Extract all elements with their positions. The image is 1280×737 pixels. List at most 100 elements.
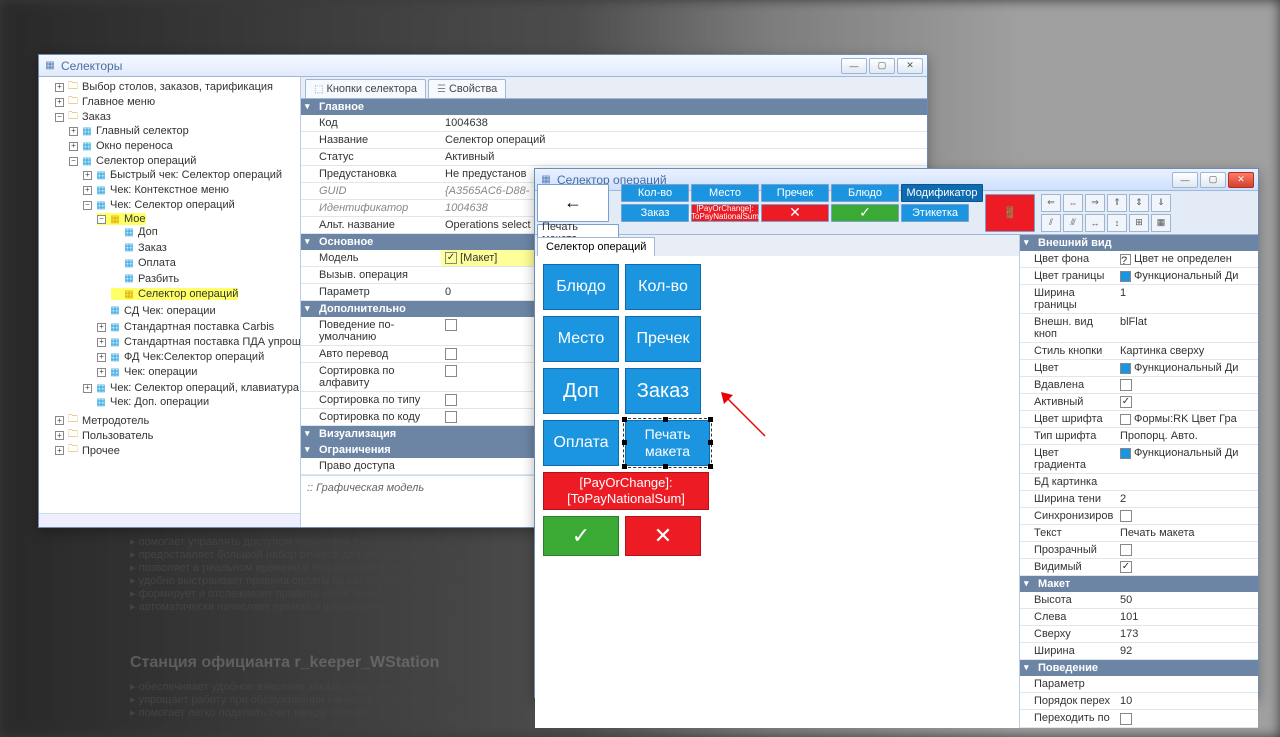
tree-item[interactable]: Чек: операции [124, 366, 197, 378]
tree-item[interactable]: Чек: Доп. операции [110, 396, 209, 408]
same-size-button[interactable]: ⊞ [1129, 214, 1149, 232]
tree-item[interactable]: Чек: Селектор операций [110, 199, 235, 211]
tree-toggle[interactable]: + [69, 142, 78, 151]
checkbox[interactable] [445, 411, 457, 423]
checkbox[interactable] [1120, 510, 1132, 522]
canvas[interactable]: Блюдо Кол-во Место Пречек Доп Заказ Опла… [535, 256, 1019, 728]
tree-item[interactable]: Заказ [82, 111, 111, 123]
toolbar-precheck-button[interactable]: Пречек [761, 184, 829, 202]
win1-maximize-button[interactable]: ▢ [869, 58, 895, 74]
canvas-btn-printlayout-selected[interactable]: Печать макета [625, 420, 710, 466]
prop-value[interactable] [1116, 474, 1258, 490]
tab-properties[interactable]: ☰Свойства [428, 79, 506, 98]
prop-value[interactable]: 10 [1116, 693, 1258, 709]
checkbox[interactable] [1120, 561, 1132, 573]
checkbox[interactable] [445, 348, 457, 360]
tree-toggle[interactable]: + [55, 98, 64, 107]
same-width-button[interactable]: ↔ [1085, 214, 1105, 232]
prop-value[interactable] [1116, 710, 1258, 726]
tree-item[interactable]: Чек: Контекстное меню [110, 184, 229, 196]
toolbar-modifier-button[interactable]: Модификатор [901, 184, 983, 202]
tree-toggle[interactable]: − [55, 113, 64, 122]
tree-item[interactable]: Стандартная поставка Carbis [124, 321, 274, 333]
tree-pane[interactable]: +🗀Выбор столов, заказов, тарификация +🗀Г… [39, 77, 301, 527]
prop-value[interactable]: Печать макета [1116, 525, 1258, 541]
prop-value[interactable]: blFlat [1116, 314, 1258, 342]
canvas-btn-dish[interactable]: Блюдо [543, 264, 619, 310]
toolbar-payorchange-button[interactable]: [PayOrChange]: [ToPayNationalSum] [691, 204, 759, 222]
align-bottom-button[interactable]: ⇓ [1151, 194, 1171, 212]
canvas-btn-pay[interactable]: Оплата [543, 420, 619, 466]
prop-value[interactable]: 2 [1116, 491, 1258, 507]
prop-value[interactable]: Активный [441, 149, 927, 165]
tree-item-selected[interactable]: Мое [124, 213, 146, 225]
canvas-btn-qty[interactable]: Кол-во [625, 264, 701, 310]
prop-value[interactable]: ?Цвет не определен [1116, 251, 1258, 267]
toolbar-ok-button[interactable]: ✓ [831, 204, 899, 222]
win1-minimize-button[interactable]: — [841, 58, 867, 74]
canvas-btn-cancel[interactable]: ✕ [625, 516, 701, 556]
tree-item[interactable]: ФД Чек:Селектор операций [124, 351, 264, 363]
tree-toggle[interactable]: + [83, 171, 92, 180]
toolbar-back-button[interactable]: ← [537, 184, 609, 222]
tree-item[interactable]: Выбор столов, заказов, тарификация [82, 81, 273, 93]
tree-item[interactable]: Быстрый чек: Селектор операций [110, 169, 282, 181]
canvas-btn-place[interactable]: Место [543, 316, 619, 362]
win2-maximize-button[interactable]: ▢ [1200, 172, 1226, 188]
tree-item[interactable]: Стандартная поставка ПДА упрощ [124, 336, 301, 348]
checkbox[interactable] [1120, 713, 1132, 725]
prop-value[interactable]: Функциональный Ди [1116, 360, 1258, 376]
prop-value[interactable]: Картинка сверху [1116, 343, 1258, 359]
distribute-h-button[interactable]: ⫽ [1041, 214, 1061, 232]
prop-value[interactable]: 101 [1116, 609, 1258, 625]
tree-item[interactable]: Оплата [138, 257, 176, 269]
canvas-btn-order[interactable]: Заказ [625, 368, 701, 414]
tree-toggle[interactable]: − [97, 215, 106, 224]
toolbar-qty-button[interactable]: Кол-во [621, 184, 689, 202]
toolbar-cancel-button[interactable]: ✕ [761, 204, 829, 222]
tree-item[interactable]: Разбить [138, 273, 179, 285]
align-top-button[interactable]: ⇑ [1107, 194, 1127, 212]
prop-section[interactable]: Макет [1020, 576, 1258, 592]
prop-value[interactable]: Функциональный Ди [1116, 268, 1258, 284]
tree-toggle[interactable]: + [55, 416, 64, 425]
prop-value[interactable] [1116, 377, 1258, 393]
prop-value[interactable] [1116, 676, 1258, 692]
toolbar-dish-button[interactable]: Блюдо [831, 184, 899, 202]
toolbar-place-button[interactable]: Место [691, 184, 759, 202]
tree-item[interactable]: Доп [138, 226, 158, 238]
win1-titlebar[interactable]: ▦ Селекторы — ▢ ✕ [39, 55, 927, 77]
prop-section[interactable]: Поведение [1020, 660, 1258, 676]
checkbox[interactable] [1120, 396, 1132, 408]
tree-item[interactable]: Заказ [138, 242, 167, 254]
win1-close-button[interactable]: ✕ [897, 58, 923, 74]
checkbox[interactable] [1120, 544, 1132, 556]
align-hcenter-button[interactable]: ⇔ [1063, 194, 1083, 212]
tree-item-highlighted[interactable]: Селектор операций [138, 288, 238, 300]
canvas-btn-precheck[interactable]: Пречек [625, 316, 701, 362]
prop-value[interactable]: 1 [1116, 285, 1258, 313]
win2-close-button[interactable]: ✕ [1228, 172, 1254, 188]
tree-item[interactable]: Главное меню [82, 96, 155, 108]
prop-value[interactable]: Функциональный Ди [1116, 445, 1258, 473]
win2-minimize-button[interactable]: — [1172, 172, 1198, 188]
tree-toggle[interactable]: + [55, 446, 64, 455]
tree-hscrollbar[interactable] [39, 513, 300, 527]
tree-item[interactable]: Прочее [82, 445, 120, 457]
tree-toggle[interactable]: + [97, 368, 106, 377]
canvas-btn-extra[interactable]: Доп [543, 368, 619, 414]
tree-toggle[interactable]: + [55, 83, 64, 92]
snap-grid-button[interactable]: ▦ [1151, 214, 1171, 232]
toolbar-exit-button[interactable]: 🚪 [985, 194, 1035, 232]
tab-buttons[interactable]: ⬚Кнопки селектора [305, 79, 426, 98]
tree-toggle[interactable]: + [83, 186, 92, 195]
tree-toggle[interactable]: + [83, 384, 92, 393]
align-left-button[interactable]: ⇐ [1041, 194, 1061, 212]
tree-toggle[interactable]: + [97, 338, 106, 347]
tree-item[interactable]: Пользователь [82, 430, 153, 442]
distribute-v-button[interactable]: ⫻ [1063, 214, 1083, 232]
prop-section[interactable]: Главное [301, 99, 927, 115]
toolbar-order-button[interactable]: Заказ [621, 204, 689, 222]
prop-value[interactable]: 50 [1116, 592, 1258, 608]
prop-section[interactable]: Внешний вид [1020, 235, 1258, 251]
